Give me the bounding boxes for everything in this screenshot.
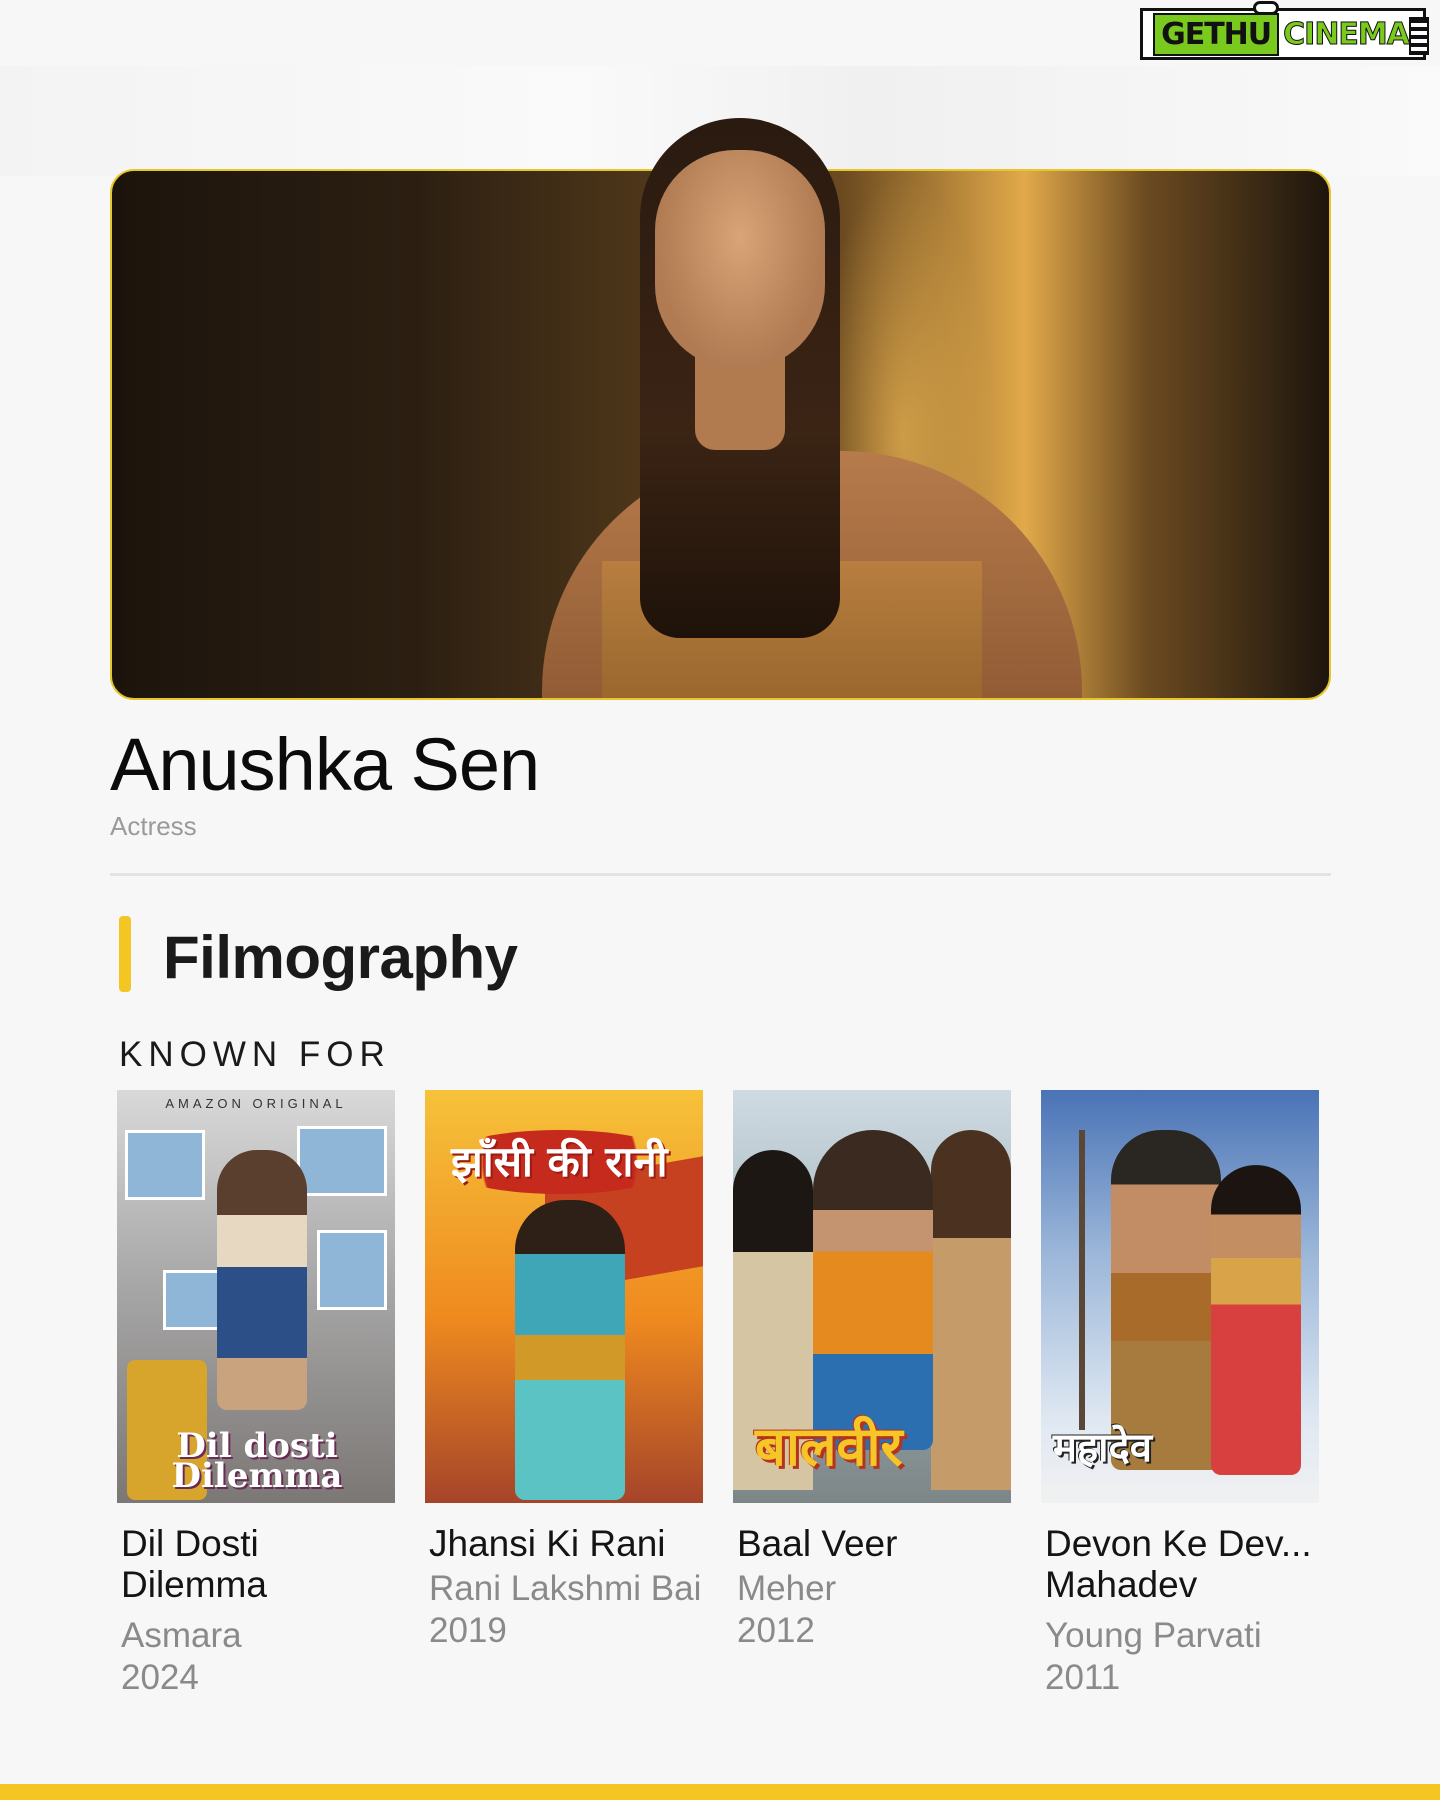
collage-photo [317, 1230, 387, 1310]
poster-figure [1211, 1165, 1301, 1475]
known-for-list: AMAZON ORIGINAL Dil dosti Dilemma Dil Do… [117, 1090, 1319, 1697]
bottom-accent-bar [0, 1784, 1440, 1800]
poster-figure [217, 1150, 307, 1410]
logo-text-part2: CINEMA [1283, 16, 1411, 52]
person-role: Actress [110, 811, 197, 841]
credit-character: Asmara [121, 1616, 242, 1655]
collage-photo [297, 1126, 387, 1196]
credit-title[interactable]: Dil Dosti Dilemma [117, 1523, 395, 1605]
poster-jhansi-ki-rani[interactable]: झाँसी की रानी [425, 1090, 703, 1503]
credit-year: 2011 [1045, 1658, 1121, 1697]
trident-icon [1079, 1130, 1085, 1430]
poster-figure [515, 1200, 625, 1500]
film-strip-icon [1409, 17, 1429, 55]
logo-text-part1: GETHU [1153, 12, 1280, 56]
poster-title: Dil dosti Dilemma [171, 1426, 343, 1496]
section-accent-bar [119, 916, 131, 992]
poster-devon-ke-dev-mahadev[interactable]: महादेव [1041, 1090, 1319, 1503]
person-name: Anushka Sen [110, 723, 540, 806]
collage-photo [125, 1130, 205, 1200]
section-title: Filmography [163, 924, 518, 991]
gethu-cinema-logo: GETHU CINEMA [1140, 1, 1429, 60]
credit-year: 2019 [429, 1611, 507, 1650]
camera-icon [1253, 1, 1280, 15]
poster-title: महादेव [1053, 1426, 1152, 1470]
credit-card-devon-ke-dev-mahadev[interactable]: महादेव Devon Ke Dev... Mahadev Young Par… [1041, 1090, 1319, 1699]
poster-baal-veer[interactable]: बालवीर [733, 1090, 1011, 1503]
credit-card-jhansi-ki-rani[interactable]: झाँसी की रानी Jhansi Ki Rani Rani Lakshm… [425, 1090, 703, 1652]
divider [110, 873, 1331, 876]
credit-character: Young Parvati [1045, 1616, 1262, 1655]
poster-figure-right [931, 1130, 1011, 1490]
poster-title: झाँसी की रानी [437, 1130, 682, 1194]
poster-label: AMAZON ORIGINAL [165, 1096, 347, 1111]
credit-character: Meher [737, 1569, 837, 1608]
collage-photo [163, 1270, 223, 1330]
portrait-face [655, 150, 825, 370]
credit-character: Rani Lakshmi Bai [429, 1569, 702, 1608]
credit-year: 2024 [121, 1658, 199, 1697]
poster-figure [813, 1130, 933, 1450]
credit-year: 2012 [737, 1611, 815, 1650]
credit-title[interactable]: Devon Ke Dev... Mahadev [1041, 1523, 1319, 1605]
known-for-label: KNOWN FOR [119, 1035, 391, 1074]
credit-card-dil-dosti-dilemma[interactable]: AMAZON ORIGINAL Dil dosti Dilemma Dil Do… [117, 1090, 395, 1699]
credit-title[interactable]: Jhansi Ki Rani [425, 1523, 703, 1564]
credit-title[interactable]: Baal Veer [733, 1523, 1011, 1564]
credit-card-baal-veer[interactable]: बालवीर Baal Veer Meher 2012 [733, 1090, 1011, 1652]
poster-title: बालवीर [755, 1417, 903, 1477]
poster-dil-dosti-dilemma[interactable]: AMAZON ORIGINAL Dil dosti Dilemma [117, 1090, 395, 1503]
